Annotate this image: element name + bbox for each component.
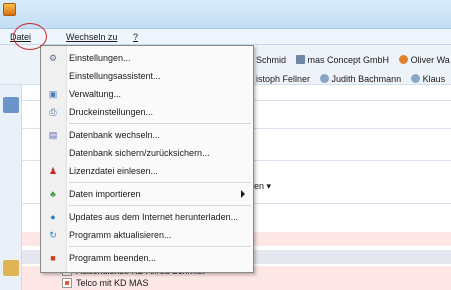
menu-item-10[interactable]: ■ Programm beenden... bbox=[41, 249, 253, 267]
contact-item[interactable]: Judith Bachmann bbox=[319, 71, 401, 87]
menu-item-4[interactable]: ▤ Datenbank wechseln... bbox=[41, 126, 253, 144]
appointment-icon bbox=[62, 278, 72, 288]
menu-separator bbox=[69, 205, 251, 206]
menu-item-label: Datenbank wechseln... bbox=[69, 130, 161, 140]
contact-item[interactable]: Schmid bbox=[256, 52, 286, 68]
contacts-row-1: Schmid mas Concept GmbH Oliver Wa bbox=[256, 52, 451, 68]
contact-item[interactable]: Oliver Wa bbox=[398, 52, 450, 68]
menu-help[interactable]: ? bbox=[131, 31, 140, 43]
menu-item-2[interactable]: ▣ Verwaltung... bbox=[41, 85, 253, 103]
title-bar bbox=[0, 0, 451, 29]
menu-item-3[interactable]: ⎙ Druckeinstellungen... bbox=[41, 103, 253, 121]
menu-item-label: Verwaltung... bbox=[69, 89, 122, 99]
tree-item[interactable]: Telco mit KD MAS bbox=[62, 276, 149, 290]
update-icon: ↻ bbox=[49, 230, 57, 240]
file-menu-dropdown: ⚙ Einstellungen... Einstellungsassistent..… bbox=[40, 45, 254, 273]
sidebar-button-3[interactable] bbox=[3, 260, 19, 276]
person-icon bbox=[398, 55, 408, 64]
menu-item-label: Programm aktualisieren... bbox=[69, 230, 172, 240]
globe-icon: ● bbox=[50, 212, 56, 222]
menu-item-label: Datenbank sichern/zurücksichern... bbox=[69, 148, 210, 158]
menu-item-label: Lizenzdatei einlesen... bbox=[69, 166, 159, 176]
database-icon: ▤ bbox=[48, 130, 58, 140]
settings-icon: ⚙ bbox=[48, 53, 58, 63]
contacts-row-2: istoph Fellner Judith Bachmann Klaus bbox=[256, 71, 451, 87]
import-icon: ♣ bbox=[50, 189, 56, 199]
menu-item-7[interactable]: ♣ Daten importieren bbox=[41, 185, 253, 203]
menu-item-label: Updates aus dem Internet herunterladen..… bbox=[69, 212, 239, 222]
exit-icon: ■ bbox=[50, 253, 56, 263]
menu-item-label: Einstellungen... bbox=[69, 53, 131, 63]
menu-item-label: Einstellungsassistent... bbox=[69, 71, 161, 81]
menu-separator bbox=[69, 246, 251, 247]
menu-separator bbox=[69, 182, 251, 183]
menu-item-9[interactable]: ↻ Programm aktualisieren... bbox=[41, 226, 253, 244]
menu-item-label: Daten importieren bbox=[69, 189, 141, 199]
company-icon bbox=[295, 55, 305, 64]
menu-item-0[interactable]: ⚙ Einstellungen... bbox=[41, 49, 253, 67]
contact-icon bbox=[410, 74, 420, 83]
submenu-arrow-icon bbox=[241, 190, 245, 198]
license-icon: ♟ bbox=[48, 166, 58, 176]
menu-item-8[interactable]: ● Updates aus dem Internet herunterladen.… bbox=[41, 208, 253, 226]
annotation-circle bbox=[13, 23, 47, 50]
contact-item[interactable]: istoph Fellner bbox=[256, 71, 310, 87]
printer-icon: ⎙ bbox=[49, 107, 57, 117]
contact-item[interactable]: Klaus bbox=[410, 71, 445, 87]
menu-item-5[interactable]: Datenbank sichern/zurücksichern... bbox=[41, 144, 253, 162]
menu-separator bbox=[69, 123, 251, 124]
menu-wechseln-zu[interactable]: Wechseln zu bbox=[64, 31, 119, 43]
menu-bar: Datei Wechseln zu ? bbox=[0, 29, 451, 45]
contact-icon bbox=[319, 74, 329, 83]
menu-item-6[interactable]: ♟ Lizenzdatei einlesen... bbox=[41, 162, 253, 180]
app-logo-icon[interactable] bbox=[3, 3, 16, 16]
menu-item-1[interactable]: Einstellungsassistent... bbox=[41, 67, 253, 85]
sidebar-button-2[interactable] bbox=[3, 97, 19, 113]
menu-item-label: Druckeinstellungen... bbox=[69, 107, 154, 117]
admin-icon: ▣ bbox=[48, 89, 58, 99]
menu-item-label: Programm beenden... bbox=[69, 253, 157, 263]
contact-item[interactable]: mas Concept GmbH bbox=[295, 52, 389, 68]
